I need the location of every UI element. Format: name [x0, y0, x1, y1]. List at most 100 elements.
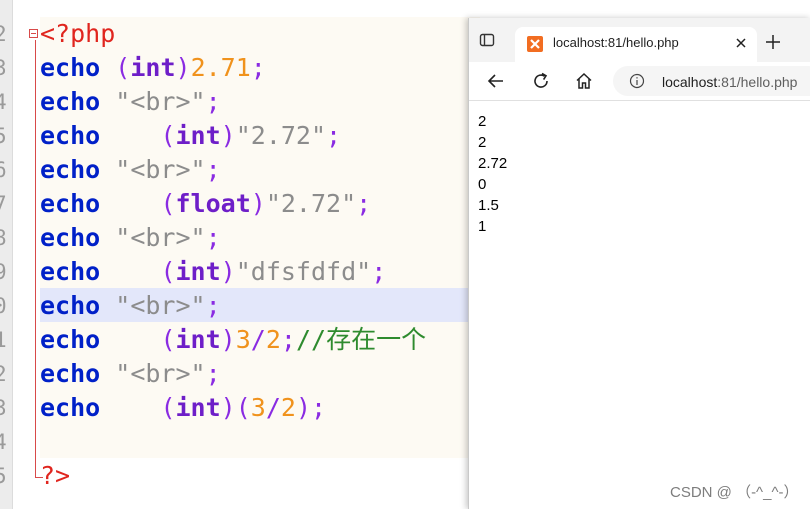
code-token: //存在一个 — [295, 325, 427, 354]
code-token: ( — [160, 325, 176, 354]
code-token: <?php — [40, 19, 116, 48]
code-token: "<br>" — [115, 87, 206, 116]
code-token: ) — [250, 189, 266, 218]
code-line: ?> — [40, 459, 70, 493]
code-token: echo — [40, 291, 101, 320]
back-arrow-icon[interactable] — [486, 71, 506, 91]
line-number: 4 — [0, 85, 10, 119]
line-number-gutter: 23456789012345 — [0, 0, 13, 509]
code-line: echo "<br>"; — [40, 153, 221, 187]
line-number: 3 — [0, 51, 10, 85]
code-token: echo — [40, 53, 101, 82]
code-token: 2 — [265, 325, 281, 354]
code-token: ; — [371, 257, 387, 286]
code-token: ; — [326, 121, 342, 150]
code-line: echo (int)"2.72"; — [40, 119, 341, 153]
output-line: 2 — [478, 134, 487, 151]
reload-icon[interactable] — [531, 71, 551, 91]
code-token: ) — [175, 53, 191, 82]
output-line: 2 — [478, 113, 487, 130]
code-line: <?php — [40, 17, 115, 51]
line-number: 9 — [0, 255, 10, 289]
code-token: echo — [40, 325, 101, 354]
line-number: 6 — [0, 153, 10, 187]
code-token: echo — [40, 223, 101, 252]
line-number: 2 — [0, 357, 10, 391]
code-token: ( — [160, 121, 176, 150]
code-token: "<br>" — [115, 155, 206, 184]
code-token: 3 — [235, 325, 251, 354]
close-icon[interactable] — [733, 35, 749, 51]
code-token: echo — [40, 121, 101, 150]
code-token: ( — [160, 189, 176, 218]
code-token: int — [175, 325, 221, 354]
output-line: 2.72 — [478, 155, 508, 172]
line-number: 3 — [0, 391, 10, 425]
output-line: 1.5 — [478, 197, 499, 214]
code-token: "<br>" — [115, 359, 206, 388]
code-token: ; — [205, 223, 221, 252]
page-content: 2 2 2.72 0 1.5 1 — [469, 101, 810, 509]
code-line: echo (int)3/2;//存在一个 — [40, 323, 426, 357]
code-token: int — [175, 393, 221, 422]
info-icon[interactable] — [629, 73, 645, 89]
home-icon[interactable] — [574, 71, 594, 91]
code-token: ; — [280, 325, 296, 354]
line-number: 2 — [0, 17, 10, 51]
code-token: )( — [220, 393, 251, 422]
line-number: 0 — [0, 289, 10, 323]
code-token: ( — [160, 393, 176, 422]
code-line: echo "<br>"; — [40, 221, 221, 255]
code-token: "dfsfdfd" — [235, 257, 372, 286]
browser-tab[interactable]: localhost:81/hello.php — [515, 27, 757, 62]
code-token: echo — [40, 155, 101, 184]
code-line: echo (int)"dfsfdfd"; — [40, 255, 386, 289]
code-token: / — [265, 393, 281, 422]
code-token: ; — [205, 87, 221, 116]
code-token: ); — [295, 393, 327, 422]
line-number: 4 — [0, 425, 10, 459]
code-token: echo — [40, 87, 101, 116]
code-token: float — [175, 189, 251, 218]
code-token: ; — [205, 155, 221, 184]
code-line: echo "<br>"; — [40, 357, 221, 391]
code-token: "2.72" — [235, 121, 327, 150]
plus-icon[interactable] — [765, 34, 781, 50]
fold-toggle-icon[interactable] — [29, 29, 38, 38]
code-token: ) — [220, 121, 236, 150]
code-token: ( — [115, 53, 131, 82]
code-token: ?> — [40, 461, 71, 490]
code-line: echo (float)"2.72"; — [40, 187, 371, 221]
line-number: 1 — [0, 323, 10, 357]
tab-actions-icon[interactable] — [479, 32, 495, 48]
code-line: echo "<br>"; — [40, 289, 221, 323]
code-token: echo — [40, 359, 101, 388]
code-token: int — [175, 257, 221, 286]
line-number: 5 — [0, 459, 10, 493]
code-token: int — [175, 121, 221, 150]
code-token: "2.72" — [265, 189, 357, 218]
code-token: "<br>" — [115, 291, 206, 320]
tab-strip: localhost:81/hello.php — [469, 18, 810, 62]
output-line: 0 — [478, 176, 487, 193]
line-number: 7 — [0, 187, 10, 221]
code-token: echo — [40, 189, 101, 218]
fold-guide-line — [35, 40, 36, 478]
code-token: 3 — [250, 393, 266, 422]
line-number: 5 — [0, 119, 10, 153]
csdn-watermark: CSDN @ （-^_^-） — [670, 484, 799, 501]
tab-title: localhost:81/hello.php — [553, 35, 679, 50]
code-token: 2 — [280, 393, 296, 422]
code-token: echo — [40, 257, 101, 286]
address-bar[interactable]: localhost:81/hello.php — [613, 66, 810, 96]
